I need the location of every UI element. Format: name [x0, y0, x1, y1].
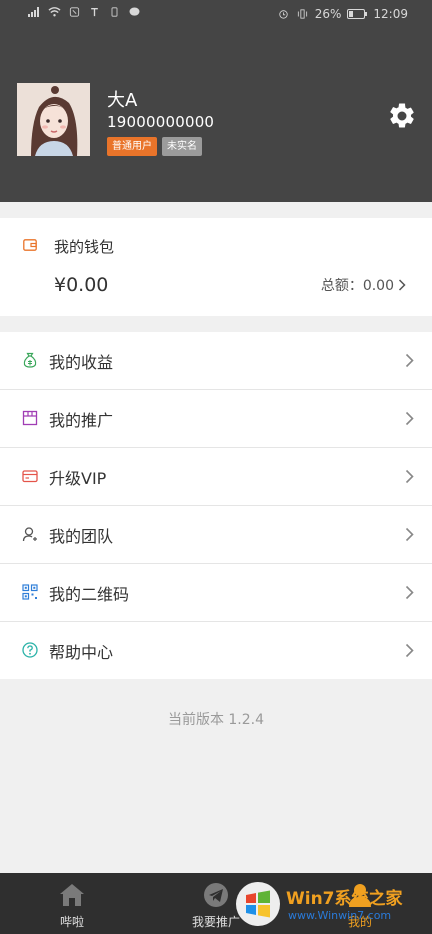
wallet-card: 我的钱包 ¥0.00 总额：0.00	[0, 218, 432, 316]
tab-label-home: 哔啦	[59, 915, 84, 929]
menu-label-earnings: 我的收益	[49, 353, 114, 372]
team-icon	[22, 527, 37, 542]
status-bar: 26% 12:09	[0, 0, 432, 30]
menu-item-help[interactable]: 帮助中心	[0, 622, 432, 679]
chevron-right-icon	[405, 643, 414, 658]
menu-item-team[interactable]: 我的团队	[0, 506, 432, 564]
menu-item-promotion[interactable]: 我的推广	[0, 390, 432, 448]
wallet-icon	[23, 239, 37, 251]
wifi-icon	[48, 7, 61, 17]
menu-label-promotion: 我的推广	[49, 411, 114, 430]
wallet-total-label: 总额：0.00	[320, 278, 394, 294]
card-icon	[22, 470, 38, 483]
alarm-icon	[279, 10, 288, 19]
wallet-balance: ¥0.00	[54, 274, 109, 296]
help-icon	[22, 642, 38, 658]
watermark-text: Win7系统之家	[286, 889, 403, 909]
settings-gear-icon[interactable]	[387, 101, 417, 131]
menu-label-qrcode: 我的二维码	[49, 585, 130, 604]
user-name: 大A	[107, 90, 138, 111]
avatar-illustration	[17, 83, 90, 156]
tab-home[interactable]: 哔啦	[0, 873, 144, 934]
menu-item-earnings[interactable]: 我的收益	[0, 332, 432, 390]
watermark-url: www.Winwin7.com	[288, 909, 392, 922]
user-level-badge: 普通用户	[107, 137, 157, 156]
wallet-total-link[interactable]: 总额：0.00	[321, 275, 406, 295]
chevron-right-icon	[405, 527, 414, 542]
menu-list: 我的收益 我的推广 升级VIP 我的团队 我的二维码 帮助中心	[0, 332, 432, 679]
home-icon	[60, 884, 84, 906]
app-version: 当前版本 1.2.4	[167, 712, 265, 728]
vibrate-icon	[297, 9, 307, 19]
paper-plane-icon	[204, 883, 228, 907]
money-bag-icon	[23, 352, 37, 368]
promo-box-icon	[22, 410, 38, 426]
nfc-icon	[69, 7, 80, 17]
chevron-right-icon	[405, 411, 414, 426]
avatar[interactable]	[17, 83, 90, 156]
chevron-right-icon	[405, 585, 414, 600]
chevron-right-icon	[405, 469, 414, 484]
menu-item-qrcode[interactable]: 我的二维码	[0, 564, 432, 622]
battery-percent: 26%	[314, 7, 342, 21]
wallet-title: 我的钱包	[54, 238, 115, 256]
menu-label-team: 我的团队	[49, 527, 114, 546]
menu-label-upgrade-vip: 升级VIP	[49, 469, 107, 488]
message-icon	[129, 7, 140, 16]
battery-icon	[347, 9, 368, 19]
battery-mini-icon	[111, 7, 118, 17]
chevron-right-icon	[398, 279, 406, 291]
signal-icon	[28, 7, 39, 17]
status-right: 26% 12:09	[277, 7, 408, 21]
qrcode-icon	[22, 584, 38, 600]
menu-item-upgrade-vip[interactable]: 升级VIP	[0, 448, 432, 506]
watermark-logo: Win7系统之家 www.Winwin7.com	[236, 878, 426, 930]
antenna-icon	[91, 8, 98, 17]
menu-label-help: 帮助中心	[49, 643, 114, 662]
user-phone: 19000000000	[107, 113, 215, 131]
chevron-right-icon	[405, 353, 414, 368]
status-left-icons	[28, 7, 141, 17]
profile-header: 26% 12:09 大A 19000000000 普通用户 未实名	[0, 0, 432, 202]
verification-badge[interactable]: 未实名	[162, 137, 202, 156]
clock: 12:09	[373, 7, 408, 21]
